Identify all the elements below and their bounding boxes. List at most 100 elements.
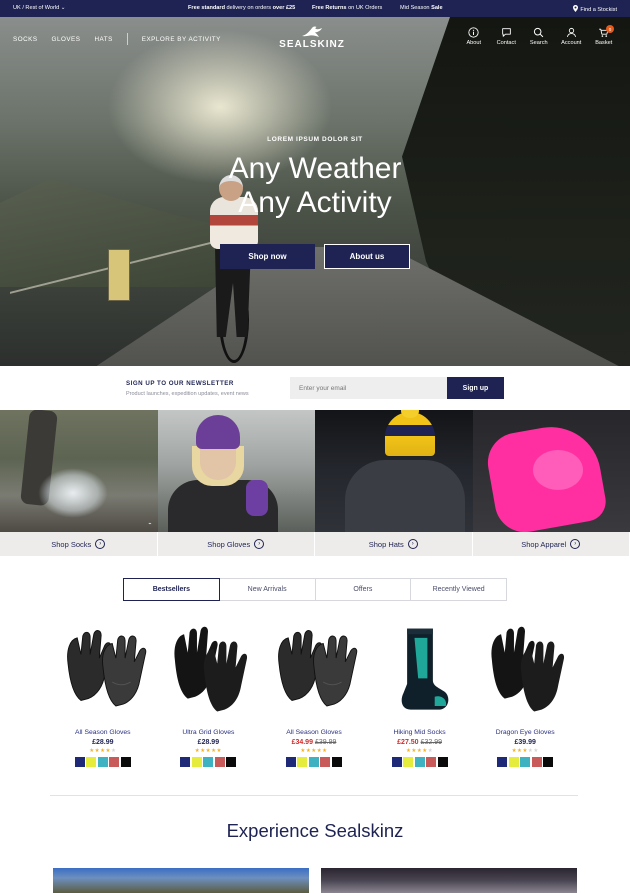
star-rating: ★★★★★ [156, 748, 262, 754]
experience-image-left[interactable] [53, 868, 309, 893]
category-socks-image: ⌁ [0, 410, 158, 532]
category-socks[interactable]: ⌁ Shop Socks › [0, 410, 158, 556]
color-swatch[interactable] [74, 757, 85, 767]
color-swatch[interactable] [520, 757, 531, 767]
nav-contact[interactable]: Contact [490, 27, 523, 46]
returns-message: Free Returns on UK Orders [312, 5, 383, 11]
product-image[interactable] [261, 625, 367, 721]
product-image[interactable] [50, 625, 156, 721]
user-icon [566, 27, 576, 38]
product-card[interactable]: Hiking Mid Socks £27.50 £32.99 ★★★★★ [367, 625, 473, 785]
nav-search[interactable]: Search [523, 27, 556, 46]
star-rating: ★★★★★ [472, 748, 578, 754]
color-swatch[interactable] [180, 757, 191, 767]
color-swatch[interactable] [331, 757, 342, 767]
chevron-right-icon: › [407, 539, 418, 549]
nav-socks[interactable]: SOCKS [13, 36, 38, 45]
color-swatch[interactable] [97, 757, 108, 767]
product-card[interactable]: All Season Gloves £34.99 £39.99 ★★★★★ [261, 625, 367, 785]
product-name[interactable]: Dragon Eye Gloves [472, 729, 578, 736]
color-swatch[interactable] [297, 757, 308, 767]
sale-message[interactable]: Mid Season Sale [400, 5, 443, 11]
color-swatch[interactable] [531, 757, 542, 767]
nav-gloves[interactable]: GLOVES [52, 36, 81, 45]
color-swatch[interactable] [86, 757, 97, 767]
product-name[interactable]: All Season Gloves [261, 729, 367, 736]
tab-new-arrivals[interactable]: New Arrivals [219, 578, 316, 601]
category-hats-label[interactable]: Shop Hats › [315, 532, 473, 556]
nav-account[interactable]: Account [555, 27, 588, 46]
category-apparel[interactable]: Shop Apparel › [472, 410, 630, 556]
sealskinz-logo[interactable]: SEALSKINZ [276, 25, 348, 53]
category-gloves-image [157, 410, 315, 532]
chat-icon [501, 28, 511, 37]
color-swatch[interactable] [191, 757, 202, 767]
nav-basket[interactable]: 0 Basket [588, 25, 621, 46]
newsletter-signup-button[interactable]: Sign up [447, 377, 504, 399]
color-swatch[interactable] [403, 757, 414, 767]
category-socks-label[interactable]: Shop Socks › [0, 532, 158, 556]
product-price: £27.50 £32.99 [367, 739, 473, 746]
nav-basket-label: Basket [595, 40, 613, 46]
hero-headline-line1: Any Weather [228, 152, 402, 185]
color-swatches [472, 757, 578, 767]
product-image[interactable] [472, 625, 578, 721]
product-image[interactable] [367, 625, 473, 721]
experience-image-right[interactable] [321, 868, 577, 893]
was-price: £32.99 [420, 739, 442, 746]
tab-bestsellers[interactable]: Bestsellers [123, 578, 220, 601]
nav-about[interactable]: About [458, 27, 491, 46]
color-swatch[interactable] [497, 757, 508, 767]
nav-explore-by-activity[interactable]: EXPLORE BY ACTIVITY [142, 36, 221, 45]
top-utility-bar: UK / Rest of World ⌄ Free standard deliv… [0, 0, 630, 17]
product-name[interactable]: All Season Gloves [50, 729, 156, 736]
shop-now-button[interactable]: Shop now [220, 244, 315, 269]
color-swatch[interactable] [508, 757, 519, 767]
color-swatches [156, 757, 262, 767]
category-hats[interactable]: Shop Hats › [315, 410, 473, 556]
color-swatch[interactable] [285, 757, 296, 767]
newsletter-email-input[interactable] [290, 377, 447, 399]
find-stockist-link[interactable]: Find a Stockist [573, 5, 617, 13]
color-swatch[interactable] [308, 757, 319, 767]
product-card[interactable]: All Season Gloves £28.99 ★★★★★ [50, 625, 156, 785]
tab-offers[interactable]: Offers [315, 578, 412, 601]
basket-count-badge: 0 [606, 25, 614, 33]
color-swatch[interactable] [203, 757, 214, 767]
chevron-right-icon: › [95, 539, 106, 549]
product-name[interactable]: Hiking Mid Socks [367, 729, 473, 736]
color-swatch[interactable] [214, 757, 225, 767]
category-gloves[interactable]: Shop Gloves › [157, 410, 315, 556]
experience-heading: Experience Sealskinz [226, 820, 404, 841]
region-selector[interactable]: UK / Rest of World ⌄ [13, 5, 65, 11]
star-icon: ★ [110, 748, 117, 754]
color-swatch[interactable] [414, 757, 425, 767]
search-icon [534, 27, 544, 38]
color-swatch[interactable] [320, 757, 331, 767]
color-swatch[interactable] [109, 757, 120, 767]
product-image[interactable] [156, 625, 262, 721]
newsletter-title: SIGN UP TO OUR NEWSLETTER [126, 380, 234, 387]
tab-recently-viewed[interactable]: Recently Viewed [411, 578, 507, 601]
category-gloves-label[interactable]: Shop Gloves › [157, 532, 315, 556]
seal-logo-icon [302, 26, 322, 37]
nav-hats[interactable]: HATS [94, 36, 112, 45]
color-swatch[interactable] [226, 757, 237, 767]
color-swatches [367, 757, 473, 767]
nav-divider [126, 33, 128, 45]
color-swatch[interactable] [426, 757, 437, 767]
star-icon: ★ [216, 748, 222, 754]
star-rating: ★★★★★ [261, 748, 367, 754]
color-swatch[interactable] [391, 757, 402, 767]
newsletter-subtitle: Product launches, expedition updates, ev… [126, 391, 249, 397]
color-swatch[interactable] [543, 757, 554, 767]
color-swatch[interactable] [437, 757, 448, 767]
product-price: £34.99 £39.99 [261, 739, 367, 746]
product-name[interactable]: Ultra Grid Gloves [156, 729, 262, 736]
category-apparel-label[interactable]: Shop Apparel › [472, 532, 630, 556]
about-us-button[interactable]: About us [324, 244, 410, 269]
color-swatch[interactable] [120, 757, 131, 767]
product-card[interactable]: Ultra Grid Gloves £28.99 ★★★★★ [156, 625, 262, 785]
star-icon: ★ [427, 748, 434, 754]
product-card[interactable]: Dragon Eye Gloves £39.99 ★★★★★ [472, 625, 578, 785]
